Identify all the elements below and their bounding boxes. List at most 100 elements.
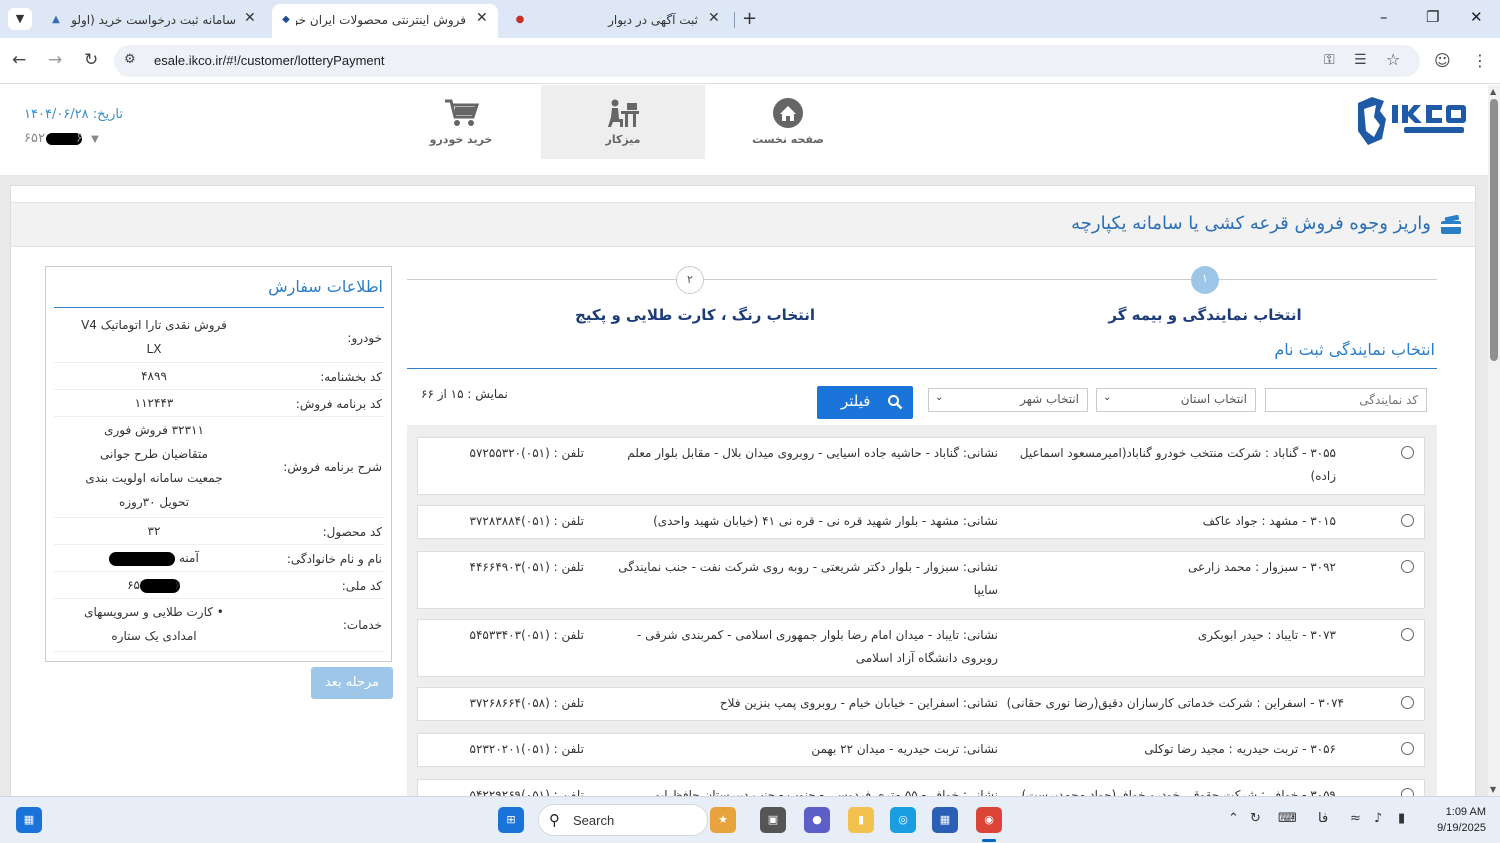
- step-2-label: انتخاب رنگ ، کارت طلایی و پکیج: [574, 306, 816, 324]
- store-icon[interactable]: ▦: [932, 807, 958, 833]
- national-id-label: کد ملی:: [341, 579, 382, 593]
- restore-icon[interactable]: ❐: [1426, 8, 1439, 26]
- keyboard-icon[interactable]: ⌨: [1278, 811, 1297, 826]
- agency-radio[interactable]: [1401, 788, 1414, 796]
- agency-row[interactable]: ۳۰۵۹ - خواف : شرکت حقوقی خودرو خواف(جواد…: [417, 779, 1425, 796]
- agency-phone: تلفن : (۰۵۱)۵۷۲۵۵۳۲۰: [469, 446, 584, 460]
- close-icon[interactable]: ✕: [476, 10, 488, 26]
- chat-icon[interactable]: ●: [804, 807, 830, 833]
- agency-row[interactable]: ۳۰۵۵ - گناباد : شرکت منتخب خودرو گناباد(…: [417, 437, 1425, 495]
- task-view-icon[interactable]: ▣: [760, 807, 786, 833]
- browser-tab-1[interactable]: ▲ سامانه ثبت درخواست خرید (اولو ✕: [40, 4, 270, 38]
- agency-row[interactable]: ۳۰۷۳ - تایباد : حیدر ابوبکری نشانی: تایب…: [417, 619, 1425, 677]
- description-line: متقاضیان طرح جوانی: [100, 447, 208, 461]
- agency-phone: تلفن : (۰۵۱)۵۴۵۳۳۴۰۳: [469, 628, 584, 642]
- tab-search-button[interactable]: ▼: [8, 8, 32, 30]
- ikco-bird-favicon: ◆: [282, 14, 290, 25]
- agency-name: ۳۰۹۲ - سبزوار : محمد زارعی: [1188, 560, 1336, 574]
- agency-radio[interactable]: [1401, 446, 1414, 459]
- game-app-icon[interactable]: ★: [710, 807, 736, 833]
- password-key-icon[interactable]: ⚿: [1324, 52, 1335, 68]
- results-count: نمایش : ۱۵ از ۶۶: [421, 387, 508, 401]
- back-icon[interactable]: ←: [12, 50, 26, 70]
- agency-radio[interactable]: [1401, 514, 1414, 527]
- order-row-program: کد برنامه فروش: ۱۱۲۴۴۳: [54, 391, 384, 417]
- agency-phone: تلفن : (۰۵۱)۳۷۲۸۳۸۸۴: [469, 514, 584, 528]
- first-name: آمنه: [179, 551, 199, 565]
- minimize-icon[interactable]: –: [1380, 8, 1388, 26]
- address-bar[interactable]: ⚙ esale.ikco.ir/#!/customer/lotteryPayme…: [114, 45, 1420, 77]
- name-label: نام و نام خانوادگی:: [286, 552, 382, 566]
- agency-code-input[interactable]: [1265, 388, 1427, 412]
- system-clock[interactable]: 1:09 AM 9/19/2025: [1420, 804, 1486, 836]
- bookmark-star-icon[interactable]: ☆: [1386, 50, 1400, 69]
- site-info-icon[interactable]: ⚙: [124, 52, 136, 67]
- filter-button-label: فیلتر: [841, 392, 871, 410]
- taskbar-search[interactable]: ⚲ Search: [538, 804, 708, 836]
- agency-address: نشانی: مشهد - بلوار شهید قره نی - قره نی…: [653, 514, 998, 528]
- city-select[interactable]: انتخاب شهر ⌄: [928, 388, 1088, 412]
- user-menu[interactable]: ۶۵۲۰ ۶ ▼: [24, 131, 99, 146]
- chevron-up-icon[interactable]: ⌃: [1228, 811, 1239, 826]
- step-1-indicator: ۱: [1191, 266, 1219, 294]
- agency-row[interactable]: ۳۰۹۲ - سبزوار : محمد زارعی نشانی: سبزوار…: [417, 551, 1425, 609]
- page-scrollbar[interactable]: ▲ ▼: [1488, 85, 1500, 796]
- volume-icon[interactable]: ♪: [1374, 811, 1382, 826]
- scrollbar-thumb[interactable]: [1490, 99, 1498, 361]
- wifi-icon[interactable]: ≈: [1350, 811, 1361, 826]
- search-icon: ⚲: [549, 811, 560, 829]
- reload-icon[interactable]: ↻: [84, 50, 98, 70]
- agency-address: نشانی: سبزوار - بلوار دکتر شریعتی - روبه…: [618, 560, 998, 597]
- start-icon[interactable]: ⊞: [498, 807, 524, 833]
- province-select[interactable]: انتخاب استان ⌄: [1096, 388, 1256, 412]
- window-close-icon[interactable]: ✕: [1470, 8, 1483, 26]
- next-step-button[interactable]: مرحله بعد: [311, 667, 393, 699]
- forward-icon[interactable]: →: [48, 50, 62, 70]
- widgets-icon[interactable]: ▦: [16, 807, 42, 833]
- national-id-suffix: ۶: [174, 578, 181, 592]
- browser-tab-2[interactable]: ◆ فروش اینترنتی محصولات ایران خو ✕: [272, 4, 498, 38]
- tab-title: ثبت آگهی در دیوار: [608, 13, 698, 27]
- nav-home[interactable]: صفحه نخست: [706, 85, 870, 159]
- divider: [54, 307, 384, 308]
- services-line: • کارت طلایی و سرویسهای: [54, 600, 254, 624]
- agency-radio[interactable]: [1401, 628, 1414, 641]
- close-icon[interactable]: ✕: [708, 10, 720, 26]
- agency-address: نشانی: خواف - ۵۵ متری فردوسی - جنوب - جن…: [654, 788, 998, 796]
- agency-row[interactable]: ۳۰۵۶ - تربت حیدریه : مجید رضا توکلی نشان…: [417, 733, 1425, 767]
- divider: [407, 368, 1437, 369]
- agency-radio[interactable]: [1401, 742, 1414, 755]
- agency-radio[interactable]: [1401, 696, 1414, 709]
- translate-icon[interactable]: ☰: [1354, 52, 1367, 68]
- agency-row[interactable]: ۳۰۷۴ - اسفراین : شرکت خدماتی کارسازان دق…: [417, 687, 1425, 721]
- user-id-suffix: ۶: [75, 131, 83, 146]
- nav-buy-car[interactable]: خرید خودرو: [379, 85, 543, 159]
- sync-icon[interactable]: ↻: [1250, 811, 1261, 826]
- close-icon[interactable]: ✕: [244, 10, 256, 26]
- url-text[interactable]: esale.ikco.ir/#!/customer/lotteryPayment: [154, 53, 384, 68]
- scroll-up-icon[interactable]: ▲: [1490, 87, 1496, 96]
- battery-icon[interactable]: ▮: [1398, 811, 1405, 826]
- agency-row[interactable]: ۳۰۱۵ - مشهد : جواد عاکف نشانی: مشهد - بل…: [417, 505, 1425, 539]
- file-explorer-icon[interactable]: ▮: [848, 807, 874, 833]
- chrome-icon[interactable]: ◉: [976, 807, 1002, 833]
- province-select-value: انتخاب استان: [1180, 392, 1247, 406]
- agency-address: نشانی: تایباد - میدان امام رضا بلوار جمه…: [636, 628, 998, 665]
- input-language[interactable]: فا: [1318, 811, 1328, 826]
- order-info-box: اطلاعات سفارش خودرو: فروش نقدی تارا اتوم…: [45, 266, 392, 662]
- scroll-down-icon[interactable]: ▼: [1490, 785, 1496, 794]
- cart-icon: [445, 99, 479, 126]
- tab-title: فروش اینترنتی محصولات ایران خو: [296, 13, 466, 27]
- new-tab-button[interactable]: +: [742, 8, 757, 29]
- car-value: فروش نقدی تارا اتوماتیک V4 LX: [54, 313, 254, 361]
- edge-icon[interactable]: ◎: [890, 807, 916, 833]
- filter-button[interactable]: فیلتر: [817, 386, 913, 419]
- description-line: جمعیت سامانه اولویت بندی: [85, 471, 223, 485]
- profile-icon[interactable]: ☺: [1434, 51, 1451, 70]
- description-value: ۳۲۳۱۱ فروش فوری متقاضیان طرح جوانی جمعیت…: [54, 418, 254, 514]
- agency-radio[interactable]: [1401, 560, 1414, 573]
- nav-desk[interactable]: میزکار: [541, 85, 705, 159]
- browser-tab-3[interactable]: ● ثبت آگهی در دیوار ✕: [500, 4, 732, 38]
- order-row-national-id: کد ملی: ۶۵۲ ۶: [54, 573, 384, 599]
- menu-dots-icon[interactable]: ⋮: [1472, 51, 1488, 70]
